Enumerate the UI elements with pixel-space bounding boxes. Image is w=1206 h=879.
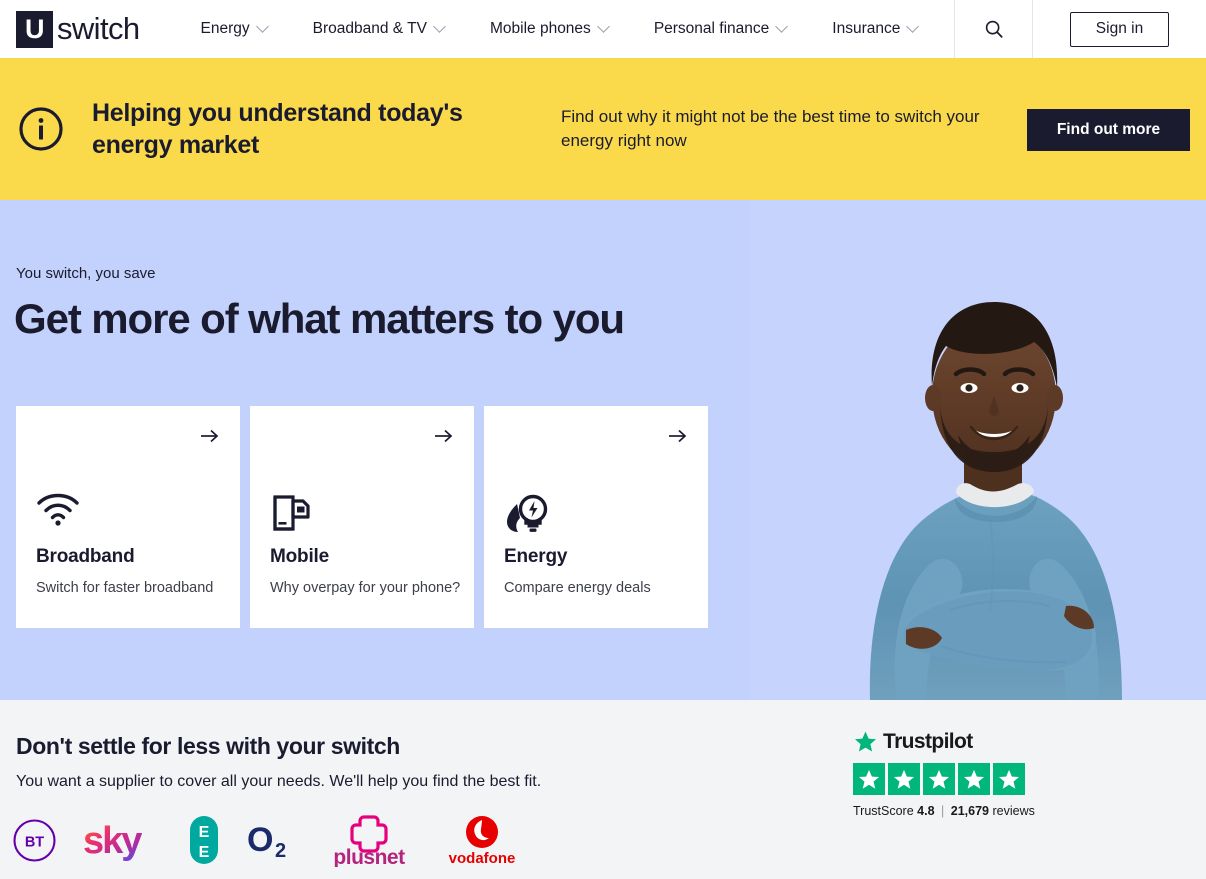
card-broadband[interactable]: Broadband Switch for faster broadband xyxy=(16,406,240,628)
uswitch-homepage: U switch Energy Broadband & TV Mobile ph… xyxy=(0,0,1206,879)
nav-label: Mobile phones xyxy=(489,20,591,37)
logo-mark-letter: U xyxy=(25,13,45,44)
logo-mark-icon: U xyxy=(16,10,53,48)
card-title: Mobile xyxy=(270,546,329,567)
nav-item-energy[interactable]: Energy xyxy=(201,20,269,38)
info-banner: Helping you understand today's energy ma… xyxy=(0,58,1206,200)
page-title: Get more of what matters to you xyxy=(14,295,625,342)
card-energy[interactable]: Energy Compare energy deals xyxy=(484,406,708,628)
trustpilot-header: Trustpilot xyxy=(853,730,1035,754)
svg-text:O: O xyxy=(247,821,273,859)
sign-in-button[interactable]: Sign in xyxy=(1070,11,1169,47)
chevron-down-icon xyxy=(908,22,919,33)
card-subtitle: Compare energy deals xyxy=(504,580,651,596)
search-button[interactable] xyxy=(955,0,1032,58)
hero-eyebrow: You switch, you save xyxy=(16,265,156,282)
wifi-icon xyxy=(36,492,80,531)
flame-bulb-icon xyxy=(504,492,550,539)
trustpilot-score: TrustScore 4.8 | 21,679 reviews xyxy=(853,804,1035,818)
trustpilot-separator: | xyxy=(941,804,945,818)
svg-text:sky: sky xyxy=(83,820,142,862)
trustpilot-stars xyxy=(853,763,1035,795)
header-actions: Sign in xyxy=(954,0,1206,58)
search-icon xyxy=(985,20,1003,38)
review-label: reviews xyxy=(992,804,1035,818)
trustpilot-wordmark: Trustpilot xyxy=(883,730,973,753)
nav-label: Energy xyxy=(200,20,250,37)
svg-text:E: E xyxy=(199,844,210,861)
brand-logo-plusnet[interactable]: plusnet xyxy=(325,813,413,867)
nav-item-mobile-phones[interactable]: Mobile phones xyxy=(490,20,610,38)
logo-wordmark: switch xyxy=(57,11,140,46)
svg-text:vodafone: vodafone xyxy=(449,850,516,867)
brand-logo-o2[interactable]: O 2 xyxy=(245,817,301,863)
banner-subtitle: Find out why it might not be the best ti… xyxy=(561,106,980,150)
supplier-logos: BT sky E E O 2 plusnet vodafone xyxy=(12,808,527,872)
brand-logo-sky[interactable]: sky xyxy=(81,817,163,863)
chevron-down-icon xyxy=(599,22,610,33)
nav-label: Insurance xyxy=(832,20,901,37)
card-subtitle: Switch for faster broadband xyxy=(36,580,214,596)
nav-item-personal-finance[interactable]: Personal finance xyxy=(654,20,788,38)
star-icon xyxy=(923,763,955,795)
chevron-down-icon xyxy=(777,22,788,33)
smiling-man-arms-crossed-photo xyxy=(750,200,1206,700)
svg-text:BT: BT xyxy=(25,834,44,850)
nav-label: Broadband & TV xyxy=(312,20,427,37)
card-mobile[interactable]: Mobile Why overpay for your phone? xyxy=(250,406,474,628)
trustpilot-widget[interactable]: Trustpilot TrustScore 4.8 | 21,679 revie… xyxy=(853,730,1035,818)
brand-logo-vodafone[interactable]: vodafone xyxy=(437,812,527,868)
signin-container: Sign in xyxy=(1033,0,1206,58)
svg-text:plusnet: plusnet xyxy=(333,846,405,867)
card-subtitle: Why overpay for your phone? xyxy=(270,580,461,596)
info-circle-icon xyxy=(17,105,65,153)
nav-item-broadband-tv[interactable]: Broadband & TV xyxy=(313,20,446,38)
star-icon xyxy=(958,763,990,795)
site-header: U switch Energy Broadband & TV Mobile ph… xyxy=(0,0,1206,58)
sim-phone-icon xyxy=(270,492,312,539)
star-icon xyxy=(888,763,920,795)
chevron-down-icon xyxy=(258,22,269,33)
trustscore-label: TrustScore xyxy=(853,804,914,818)
brand-logo-bt[interactable]: BT xyxy=(12,818,57,863)
category-cards: Broadband Switch for faster broadband Mo… xyxy=(16,406,708,628)
star-icon xyxy=(855,731,876,752)
find-out-more-button[interactable]: Find out more xyxy=(1027,109,1190,151)
main-navigation: Energy Broadband & TV Mobile phones Pers… xyxy=(201,20,964,38)
hero-section: You switch, you save Get more of what ma… xyxy=(0,200,1206,700)
arrow-right-icon xyxy=(668,428,688,449)
star-icon xyxy=(853,763,885,795)
svg-text:E: E xyxy=(199,824,210,841)
trustscore-value: 4.8 xyxy=(917,804,935,818)
suppliers-subtitle: You want a supplier to cover all your ne… xyxy=(16,773,542,790)
star-icon xyxy=(993,763,1025,795)
chevron-down-icon xyxy=(435,22,446,33)
suppliers-title: Don't settle for less with your switch xyxy=(16,733,400,759)
uswitch-logo[interactable]: U switch xyxy=(16,10,140,48)
nav-label: Personal finance xyxy=(653,20,770,37)
card-title: Energy xyxy=(504,546,568,567)
svg-text:2: 2 xyxy=(275,840,286,862)
arrow-right-icon xyxy=(200,428,220,449)
card-title: Broadband xyxy=(36,546,135,567)
banner-title: Helping you understand today's energy ma… xyxy=(92,99,463,159)
arrow-right-icon xyxy=(434,428,454,449)
brand-logo-ee[interactable]: E E xyxy=(187,814,221,866)
review-count: 21,679 xyxy=(950,804,989,818)
nav-item-insurance[interactable]: Insurance xyxy=(832,20,919,38)
